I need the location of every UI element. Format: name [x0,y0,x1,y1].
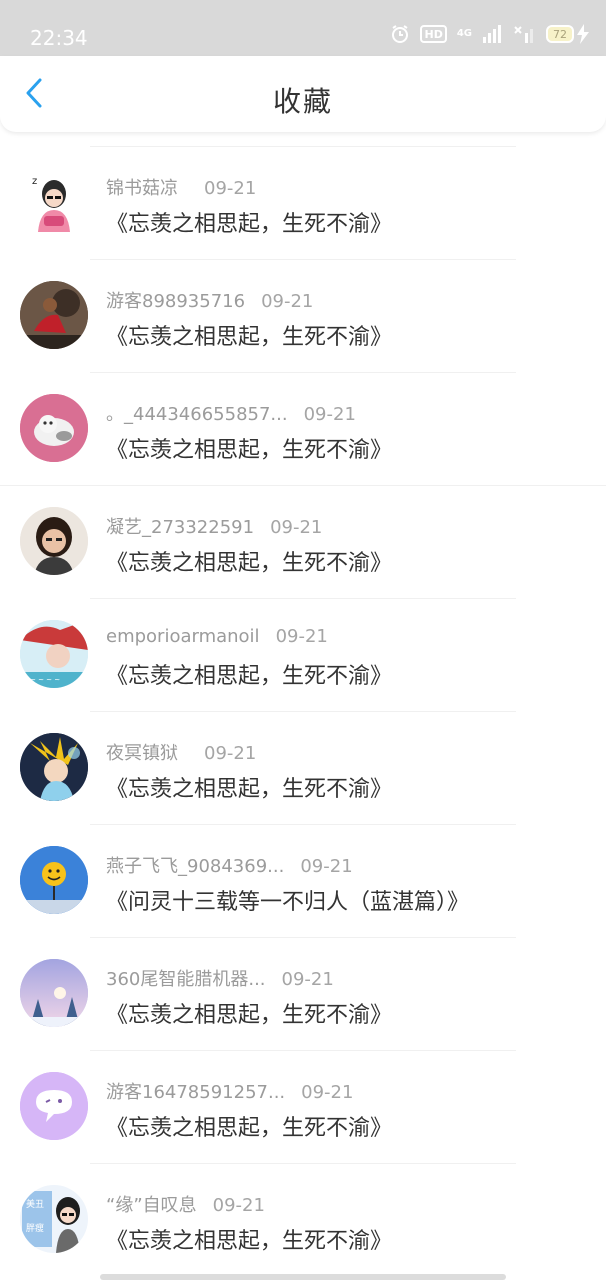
avatar[interactable] [20,733,88,801]
battery-icon: 72 [546,25,574,43]
item-meta: 游客16478591257... 09-21 [106,1078,353,1104]
avatar[interactable] [20,1072,88,1140]
alarm-clock-icon [390,24,410,44]
username: emporioarmanoil [106,626,260,647]
item-meta: emporioarmanoil 09-21 [106,626,328,647]
date: 09-21 [204,743,257,764]
avatar[interactable] [20,846,88,914]
book-title[interactable]: 《忘羡之相思起，生死不渝》 [106,1223,392,1255]
date: 09-21 [281,969,334,990]
hd-icon: HD [420,25,447,43]
item-meta: 燕子飞飞_9084369... 09-21 [106,852,353,878]
item-meta: 锦书菇凉 09-21 [106,174,256,200]
avatar[interactable]: 美丑 胖瘦 [20,1185,88,1253]
list-item[interactable]: 美丑 胖瘦 “缘”自叹息 09-21 《忘羡之相思起，生死不渝》 [0,1163,606,1276]
date: 09-21 [303,404,356,425]
username: 锦书菇凉 [106,178,178,199]
date: 09-21 [270,517,323,538]
svg-text:z: z [32,176,37,187]
username: 360尾智能腊机器... [106,969,266,990]
date: 09-21 [204,178,257,199]
book-title[interactable]: 《忘羡之相思起，生死不渝》 [106,206,392,238]
list-item[interactable]: 游客16478591257... 09-21 《忘羡之相思起，生死不渝》 [0,1050,606,1163]
username: 凝艺_273322591 [106,517,255,538]
list-item[interactable]: 。_444346655857... 09-21 《忘羡之相思起，生死不渝》 [0,372,606,485]
signal-secondary-icon [514,25,536,43]
list-item[interactable]: 游客898935716 09-21 《忘羡之相思起，生死不渝》 [0,259,606,372]
username: 夜冥镇狱 [106,743,178,764]
network-4g-icon: 4G [456,28,472,39]
home-indicator[interactable] [100,1274,506,1280]
date: 09-21 [212,1195,265,1216]
list-item[interactable]: ~ ~ ~ ~ emporioarmanoil 09-21 《忘羡之相思起，生死不… [0,598,606,711]
status-icons: HD 4G 72 [390,24,590,44]
list-item[interactable]: 夜冥镇狱 09-21 《忘羡之相思起，生死不渝》 [0,711,606,824]
book-title[interactable]: 《忘羡之相思起，生死不渝》 [106,432,392,464]
date: 09-21 [261,291,314,312]
list-item[interactable]: 凝艺_273322591 09-21 《忘羡之相思起，生死不渝》 [0,485,606,598]
page-title: 收藏 [272,85,333,118]
book-title[interactable]: 《忘羡之相思起，生死不渝》 [106,319,392,351]
svg-text:胖瘦: 胖瘦 [26,1222,44,1234]
avatar[interactable] [20,959,88,1027]
book-title[interactable]: 《忘羡之相思起，生死不渝》 [106,771,392,803]
signal-icon [482,25,504,43]
item-meta: 。_444346655857... 09-21 [106,400,356,426]
status-time: 22:34 [30,26,88,50]
item-meta: “缘”自叹息 09-21 [106,1191,265,1217]
favorites-list: z 锦书菇凉 09-21 《忘羡之相思起，生死不渝》 游客898935716 09-… [0,146,606,1276]
avatar[interactable] [20,507,88,575]
item-meta: 夜冥镇狱 09-21 [106,739,256,765]
avatar[interactable]: ~ ~ ~ ~ [20,620,88,688]
date: 09-21 [300,856,353,877]
username: 游客16478591257... [106,1082,286,1103]
item-meta: 游客898935716 09-21 [106,287,313,313]
username: 游客898935716 [106,291,246,312]
book-title[interactable]: 《忘羡之相思起，生死不渝》 [106,658,392,690]
book-title[interactable]: 《忘羡之相思起，生死不渝》 [106,545,392,577]
svg-text:~ ~ ~ ~: ~ ~ ~ ~ [30,676,60,684]
list-item[interactable]: 燕子飞飞_9084369... 09-21 《问灵十三载等一不归人（蓝湛篇）》 [0,824,606,937]
date: 09-21 [301,1082,354,1103]
item-meta: 凝艺_273322591 09-21 [106,513,322,539]
avatar[interactable] [20,394,88,462]
charging-bolt-icon [576,24,590,44]
list-item[interactable]: 360尾智能腊机器... 09-21 《忘羡之相思起，生死不渝》 [0,937,606,1050]
avatar[interactable] [20,281,88,349]
header: 收藏 [0,56,606,132]
username: “缘”自叹息 [106,1195,197,1216]
book-title[interactable]: 《忘羡之相思起，生死不渝》 [106,997,392,1029]
status-bar: 22:34 HD 4G 72 [0,0,606,56]
avatar[interactable]: z [20,168,88,236]
date: 09-21 [275,626,328,647]
username: 。_444346655857... [106,404,288,425]
item-meta: 360尾智能腊机器... 09-21 [106,965,334,991]
list-item[interactable]: z 锦书菇凉 09-21 《忘羡之相思起，生死不渝》 [0,146,606,259]
book-title[interactable]: 《忘羡之相思起，生死不渝》 [106,1110,392,1142]
book-title[interactable]: 《问灵十三载等一不归人（蓝湛篇）》 [106,884,469,916]
username: 燕子飞飞_9084369... [106,856,285,877]
svg-text:美丑: 美丑 [26,1198,44,1210]
